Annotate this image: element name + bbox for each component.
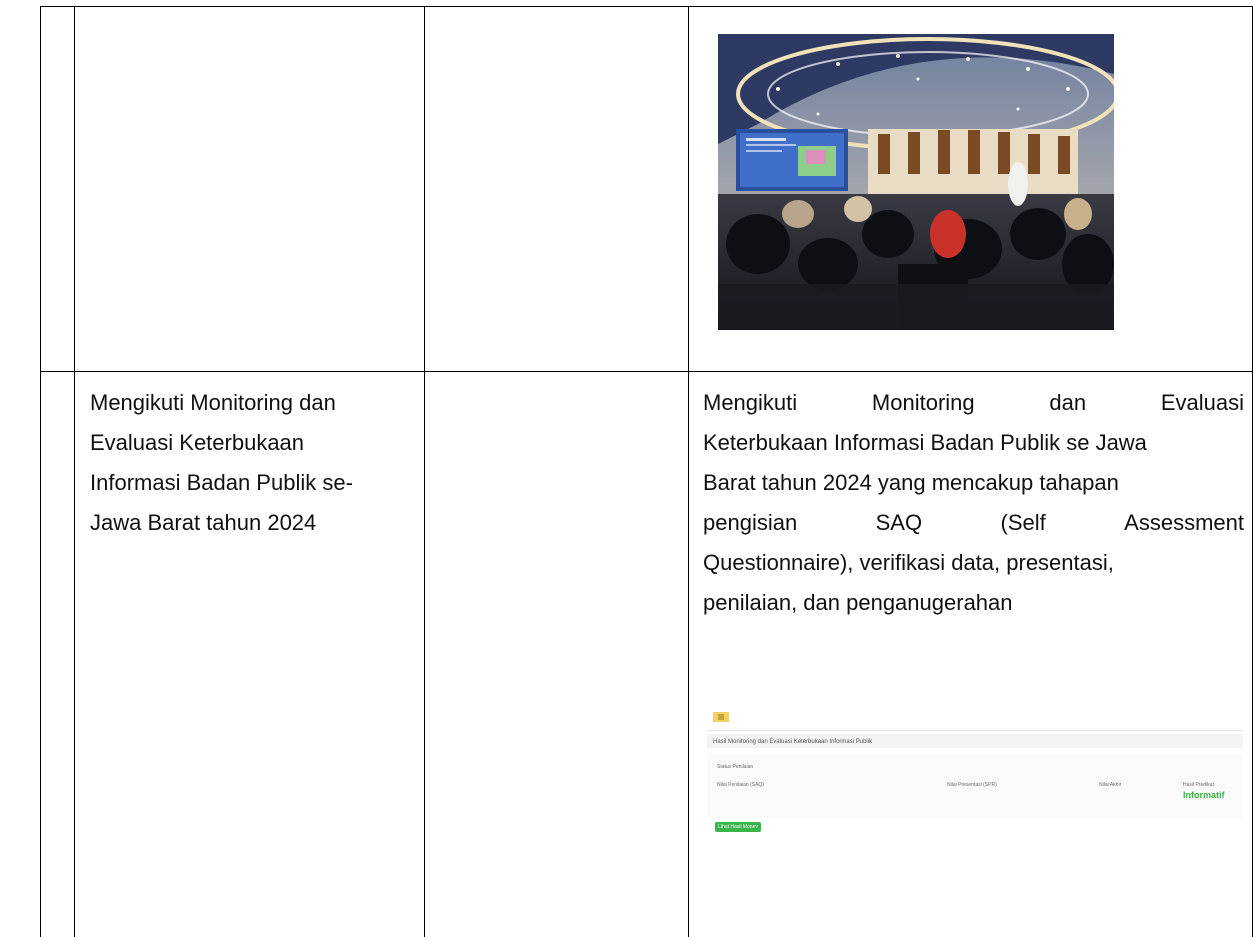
- description-word: Mengikuti: [703, 390, 798, 415]
- row-divider: [40, 371, 1253, 372]
- result-heading: Hasil Monitoring dan Evaluasi Keterbukaa…: [713, 739, 873, 745]
- col-nilai-presentasi: Nilai Presentasi (SPR): [947, 782, 997, 788]
- garuda-logo-icon: [713, 712, 729, 722]
- description-word: (Self: [1000, 510, 1046, 535]
- description-line: Questionnaire), verifikasi data, present…: [703, 550, 1114, 575]
- activity-title-line: Mengikuti Monitoring dan: [90, 390, 336, 415]
- activity-title: Mengikuti Monitoring dan Evaluasi Keterb…: [90, 383, 420, 543]
- column-divider-2: [424, 6, 425, 937]
- status-label: Status Penilaian: [717, 764, 754, 770]
- description-line: pengisian SAQ (Self Assessment: [703, 503, 1244, 543]
- table-left-border: [40, 6, 41, 937]
- col-nilai-akhir: Nilai Akhir: [1099, 782, 1122, 788]
- activity-description: Mengikuti Monitoring dan Evaluasi Keterb…: [703, 383, 1244, 623]
- description-line: Mengikuti Monitoring dan Evaluasi: [703, 383, 1244, 423]
- activity-title-line: Jawa Barat tahun 2024: [90, 510, 317, 535]
- description-word: SAQ: [875, 510, 923, 535]
- view-result-button: Lihat Hasil Monev: [715, 822, 761, 832]
- description-word: pengisian: [703, 510, 798, 535]
- activity-title-line: Informasi Badan Publik se-: [90, 470, 353, 495]
- header-divider: [707, 730, 1243, 731]
- result-label: Hasil Predikat: [1183, 782, 1214, 788]
- activity-title-line: Evaluasi Keterbukaan: [90, 430, 305, 455]
- description-word: Assessment: [1124, 510, 1244, 535]
- description-line: penilaian, dan penganugerahan: [703, 590, 1013, 615]
- event-photo-image: [718, 34, 1114, 330]
- result-badge: Informatif: [1183, 790, 1225, 800]
- monev-result-screenshot: Hasil Monitoring dan Evaluasi Keterbukaa…: [707, 702, 1243, 844]
- description-word: Evaluasi: [1160, 390, 1244, 415]
- description-word: dan: [1049, 390, 1087, 415]
- event-photo: [718, 34, 1114, 330]
- document-page: Mengikuti Monitoring dan Evaluasi Keterb…: [0, 0, 1253, 937]
- description-line: Keterbukaan Informasi Badan Publik se Ja…: [703, 430, 1147, 455]
- col-nilai-saq: Nilai Penilaian (SAQ): [717, 782, 764, 788]
- description-line: Barat tahun 2024 yang mencakup tahapan: [703, 470, 1119, 495]
- column-divider-3: [688, 6, 689, 937]
- table-top-border: [40, 6, 1253, 7]
- description-word: Monitoring: [871, 390, 975, 415]
- column-divider-1: [74, 6, 75, 937]
